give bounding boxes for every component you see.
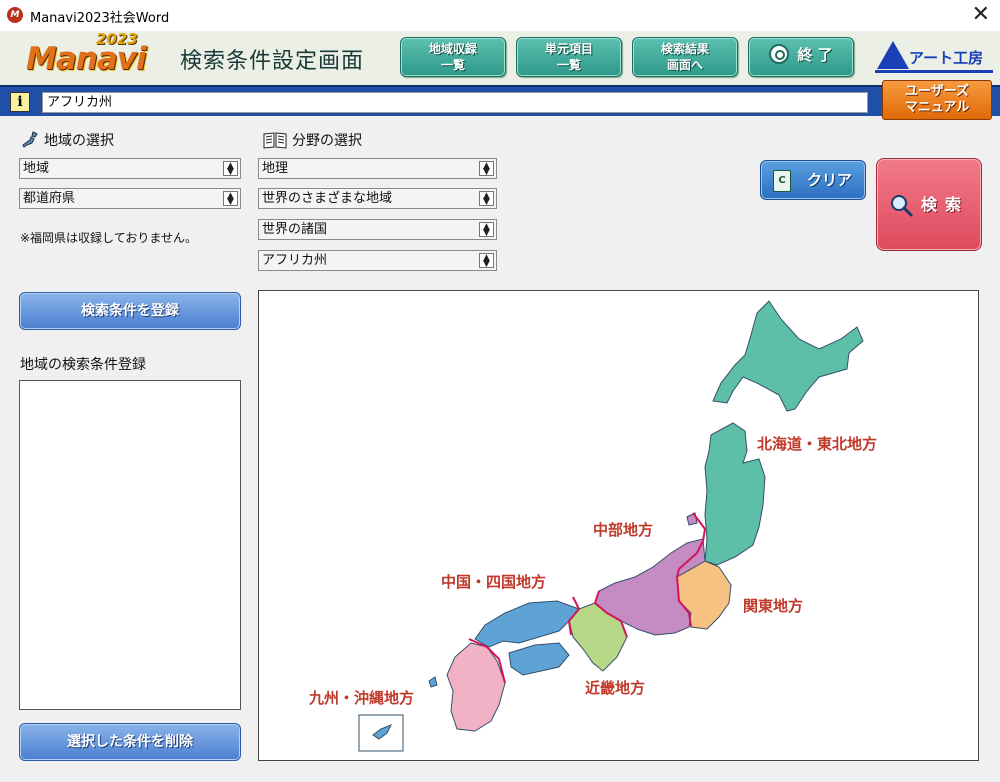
map-region-hokkaido[interactable] <box>712 300 864 412</box>
power-icon <box>769 43 790 64</box>
app-header: Manavi 2023 検索条件設定画面 地域収録 一覧 単元項目 一覧 検索結… <box>0 30 1000 85</box>
region-list-button[interactable]: 地域収録 一覧 <box>400 37 506 77</box>
users-manual-line2: マニュアル <box>904 100 970 115</box>
art-kobo-logo: アート工房 <box>875 39 993 75</box>
spin-arrows-icon[interactable]: ▲ ▼ <box>479 222 494 238</box>
label-kinki[interactable]: 近畿地方 <box>585 677 645 698</box>
spin-arrows-icon[interactable]: ▲ ▼ <box>223 191 238 207</box>
delete-condition-button[interactable]: 選択した条件を削除 <box>19 723 241 761</box>
unit-list-button[interactable]: 単元項目 一覧 <box>516 37 622 77</box>
users-manual-line1: ユーザーズ <box>904 84 970 99</box>
japan-region-map: 北海道・東北地方 中部地方 関東地方 中国・四国地方 近畿地方 九州・沖縄地方 <box>258 290 979 761</box>
end-button[interactable]: 終 了 <box>748 37 854 77</box>
current-condition-field[interactable]: アフリカ州 <box>42 92 868 113</box>
screen-title: 検索条件設定画面 <box>180 49 365 74</box>
map-region-tohoku[interactable] <box>704 422 766 566</box>
art-kobo-triangle-icon <box>877 41 909 69</box>
art-kobo-logo-text: アート工房 <box>909 49 984 67</box>
open-book-icon <box>263 132 287 149</box>
magnifier-icon <box>891 195 913 217</box>
art-kobo-underline <box>875 70 993 73</box>
clear-icon: C <box>773 170 791 192</box>
map-region-shikoku[interactable] <box>508 642 570 676</box>
prefecture-value: 都道府県 <box>23 191 76 206</box>
spin-arrows-icon[interactable]: ▲ ▼ <box>479 253 494 269</box>
app-icon: M <box>7 7 23 23</box>
to-results-button[interactable]: 検索結果 画面へ <box>632 37 738 77</box>
spin-arrows-icon[interactable]: ▲ ▼ <box>223 161 238 177</box>
prefecture-select[interactable]: 都道府県 ▲ ▼ <box>19 188 241 209</box>
map-region-islands-west[interactable] <box>428 676 438 688</box>
info-bar: i アフリカ州 <box>0 85 1000 116</box>
unit-list-button-line1: 単元項目 <box>544 42 593 56</box>
topic-select[interactable]: 世界の諸国 ▲ ▼ <box>258 219 497 240</box>
info-icon: i <box>10 92 30 112</box>
to-results-button-line2: 画面へ <box>666 58 703 72</box>
label-chugoku-shikoku[interactable]: 中国・四国地方 <box>441 571 546 592</box>
to-results-button-line1: 検索結果 <box>660 42 709 56</box>
region-list-button-line2: 一覧 <box>440 58 465 72</box>
logo-year: 2023 <box>96 30 138 48</box>
map-region-chugoku[interactable] <box>474 600 580 648</box>
label-kanto[interactable]: 関東地方 <box>743 595 803 616</box>
close-button[interactable]: ✕ <box>972 3 990 27</box>
field-select-heading: 分野の選択 <box>262 130 362 150</box>
label-chubu[interactable]: 中部地方 <box>593 519 653 540</box>
field-select-heading-label: 分野の選択 <box>292 133 362 149</box>
search-button-label: 検索 <box>921 195 970 214</box>
register-condition-button[interactable]: 検索条件を登録 <box>19 292 241 330</box>
window-title: Manavi2023社会Word <box>30 11 170 26</box>
registered-conditions-list[interactable] <box>19 380 241 710</box>
label-hokkaido-tohoku[interactable]: 北海道・東北地方 <box>757 433 877 454</box>
japan-map-icon <box>22 131 38 148</box>
clear-button[interactable]: C クリア <box>760 160 866 200</box>
region-list-button-line1: 地域収録 <box>428 42 477 56</box>
topic-value: 世界の諸国 <box>262 222 328 237</box>
region-select-heading-label: 地域の選択 <box>44 133 114 149</box>
clear-button-label: クリア <box>807 171 853 189</box>
users-manual-button[interactable]: ユーザーズ マニュアル <box>882 80 992 120</box>
region-category-select[interactable]: 地域 ▲ ▼ <box>19 158 241 179</box>
registered-conditions-label: 地域の検索条件登録 <box>20 357 146 373</box>
region-category-value: 地域 <box>23 161 50 176</box>
end-button-label: 終 了 <box>797 46 833 64</box>
subject-value: 地理 <box>262 161 289 176</box>
unit-list-button-line2: 一覧 <box>556 58 581 72</box>
unit-select[interactable]: 世界のさまざまな地域 ▲ ▼ <box>258 188 497 209</box>
subtopic-value: アフリカ州 <box>262 253 328 268</box>
region-select-heading: 地域の選択 <box>20 130 114 150</box>
spin-arrows-icon[interactable]: ▲ ▼ <box>479 161 494 177</box>
search-button[interactable]: 検索 <box>876 158 982 251</box>
fukuoka-note: ※福岡県は収録しておりません。 <box>20 231 197 245</box>
title-bar: M Manavi2023社会Word ✕ <box>0 0 1000 31</box>
spin-arrows-icon[interactable]: ▲ ▼ <box>479 191 494 207</box>
subtopic-select[interactable]: アフリカ州 ▲ ▼ <box>258 250 497 271</box>
unit-value: 世界のさまざまな地域 <box>262 191 393 206</box>
label-kyushu-okinawa[interactable]: 九州・沖縄地方 <box>309 687 414 708</box>
subject-select[interactable]: 地理 ▲ ▼ <box>258 158 497 179</box>
